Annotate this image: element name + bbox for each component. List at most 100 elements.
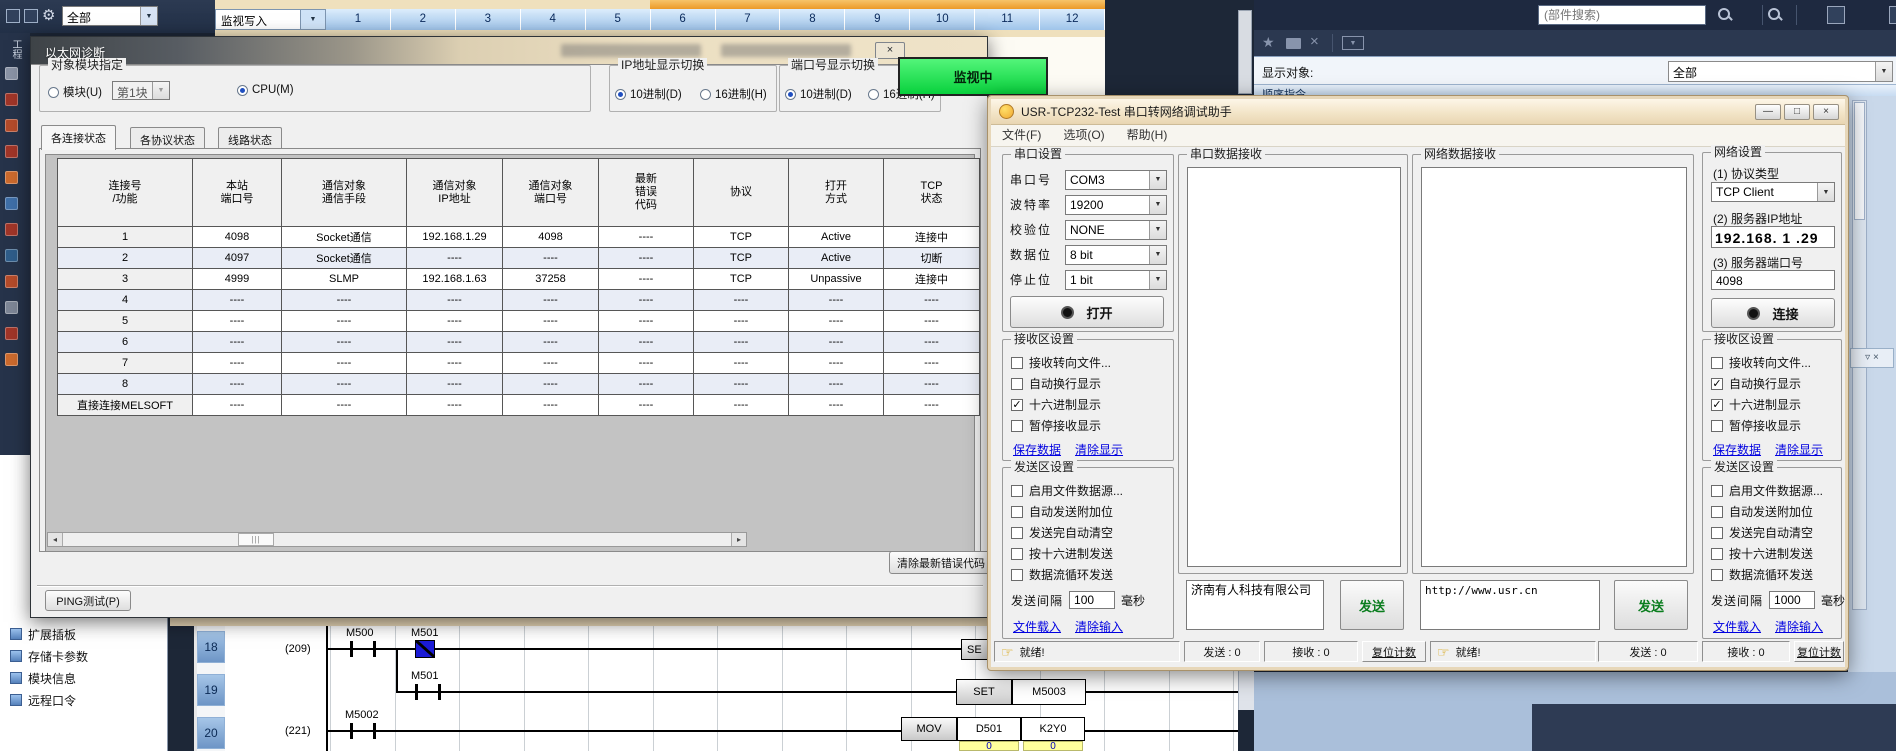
serial-dropdown[interactable]: 19200▼ <box>1065 195 1167 215</box>
action-link[interactable]: 文件载入 <box>1013 618 1061 635</box>
action-link[interactable]: 保存数据 <box>1713 441 1761 458</box>
action-link[interactable]: 清除输入 <box>1775 618 1823 635</box>
search-input[interactable] <box>1538 5 1706 25</box>
checkbox[interactable] <box>1711 569 1723 581</box>
serial-dropdown[interactable]: 1 bit▼ <box>1065 270 1167 290</box>
network-receive-area[interactable] <box>1421 167 1687 567</box>
checkbox[interactable]: ✓ <box>1711 378 1723 390</box>
module-radio[interactable] <box>48 87 59 98</box>
chevron-down-icon[interactable]: ▼ <box>1817 183 1834 201</box>
checkbox[interactable] <box>1011 527 1023 539</box>
checkbox[interactable] <box>1011 378 1023 390</box>
pin-close-tab[interactable]: ▿ × <box>1850 348 1894 368</box>
menu-help[interactable]: 帮助(H) <box>1116 125 1179 146</box>
checkbox[interactable] <box>1011 485 1023 497</box>
window-icon[interactable] <box>1889 6 1896 24</box>
ladder-column-7[interactable]: 7 <box>716 9 781 30</box>
contact-no[interactable] <box>415 684 441 700</box>
device-list-icon[interactable] <box>1827 6 1845 24</box>
ladder-row-number[interactable]: 18 <box>197 631 225 663</box>
ladder-column-9[interactable]: 9 <box>845 9 910 30</box>
chevron-down-icon[interactable]: ▼ <box>1149 171 1166 189</box>
ladder-row-number[interactable]: 20 <box>197 717 225 749</box>
ladder-column-10[interactable]: 10 <box>910 9 975 30</box>
network-send-button[interactable]: 发送 <box>1614 580 1688 630</box>
ladder-column-11[interactable]: 11 <box>975 9 1040 30</box>
cpu-radio[interactable] <box>237 85 248 96</box>
chevron-down-icon[interactable]: ▼ <box>301 9 326 30</box>
window-dropdown-icon[interactable]: ▼ <box>1342 36 1364 50</box>
ladder-column-5[interactable]: 5 <box>586 9 651 30</box>
table-row[interactable]: 6-------------------------------- <box>58 332 980 353</box>
instruction-op[interactable]: SET <box>956 679 1012 705</box>
checkbox[interactable] <box>1711 485 1723 497</box>
table-row[interactable]: 直接连接MELSOFT-----------------------------… <box>58 395 980 416</box>
instruction-operand[interactable]: D501 <box>957 717 1021 741</box>
maximize-icon[interactable]: □ <box>1784 104 1810 120</box>
interval-input[interactable] <box>1769 591 1815 609</box>
checkbox[interactable]: ✓ <box>1011 399 1023 411</box>
checkbox[interactable] <box>1011 420 1023 432</box>
layout-icon[interactable] <box>6 9 20 23</box>
delete-icon[interactable]: × <box>1310 33 1319 50</box>
checkbox[interactable] <box>1011 548 1023 560</box>
chevron-down-icon[interactable]: ▼ <box>140 7 157 25</box>
checkbox[interactable] <box>1711 357 1723 369</box>
module-number-dropdown[interactable]: 第1块 ▼ <box>112 81 170 100</box>
tool-icon[interactable] <box>5 301 18 314</box>
chevron-down-icon[interactable]: ▼ <box>1149 246 1166 264</box>
instruction-operand[interactable]: K2Y0 <box>1021 717 1085 741</box>
nav-item[interactable]: 扩展插板 <box>0 623 167 645</box>
tool-icon[interactable] <box>5 327 18 340</box>
checkbox[interactable] <box>1011 506 1023 518</box>
project-dock-tab[interactable]: 工程 <box>8 39 23 59</box>
ladder-column-2[interactable]: 2 <box>391 9 456 30</box>
network-send-input[interactable]: http://www.usr.cn <box>1420 580 1600 630</box>
display-object-dropdown[interactable]: 全部 ▼ <box>1668 61 1893 82</box>
table-hscrollbar[interactable]: ◂ ||| ▸ <box>47 532 747 547</box>
window-tab-strip-active[interactable] <box>650 0 1105 9</box>
connection-table[interactable]: 连接号 /功能本站 端口号通信对象 通信手段通信对象 IP地址通信对象 端口号最… <box>57 158 980 416</box>
filter-dropdown[interactable]: 全部 ▼ <box>62 6 158 26</box>
contact-nc-on[interactable] <box>415 640 435 658</box>
action-link[interactable]: 清除显示 <box>1775 441 1823 458</box>
table-row[interactable]: 34999SLMP192.168.1.6337258----TCPUnpassi… <box>58 269 980 290</box>
checkbox[interactable] <box>1711 548 1723 560</box>
serial-send-input[interactable]: 济南有人科技有限公司 <box>1186 580 1324 630</box>
window-titlebar[interactable]: USR-TCP232-Test 串口转网络调试助手 — □ × <box>991 99 1845 125</box>
instruction-op[interactable]: MOV <box>901 717 957 741</box>
ladder-column-8[interactable]: 8 <box>780 9 845 30</box>
folder-icon[interactable] <box>1286 38 1301 49</box>
chevron-down-icon[interactable]: ▼ <box>1149 271 1166 289</box>
ip-dec-radio[interactable] <box>615 89 626 100</box>
open-serial-button[interactable]: 打开 <box>1010 296 1164 328</box>
checkbox[interactable] <box>1711 420 1723 432</box>
ping-test-button[interactable]: PING测试(P) <box>45 590 131 611</box>
nav-item[interactable]: 模块信息 <box>0 667 167 689</box>
checkbox[interactable] <box>1011 569 1023 581</box>
tab-protocol-status[interactable]: 各协议状态 <box>130 127 205 149</box>
server-ip-input[interactable]: 192.168. 1 .29 <box>1711 226 1835 248</box>
close-icon[interactable]: × <box>1873 352 1879 363</box>
protocol-dropdown[interactable]: TCP Client ▼ <box>1711 182 1835 202</box>
ip-hex-radio[interactable] <box>700 89 711 100</box>
window-tab-strip[interactable] <box>215 0 650 9</box>
tool-icon[interactable] <box>5 353 18 366</box>
gear-icon[interactable]: ⚙ <box>42 6 55 24</box>
serial-dropdown[interactable]: NONE▼ <box>1065 220 1167 240</box>
nav-item[interactable]: 存储卡参数 <box>0 645 167 667</box>
window-split-icon[interactable] <box>24 9 38 23</box>
star-icon[interactable]: ★ <box>1262 34 1275 51</box>
action-link[interactable]: 清除输入 <box>1075 618 1123 635</box>
scrollbar-thumb[interactable]: ||| <box>238 533 274 546</box>
port-dec-radio[interactable] <box>785 89 796 100</box>
tool-icon[interactable] <box>5 119 18 132</box>
menu-file[interactable]: 文件(F) <box>991 125 1052 146</box>
ladder-row-number[interactable]: 19 <box>197 674 225 706</box>
scrollbar-thumb[interactable] <box>1854 102 1865 220</box>
serial-send-button[interactable]: 发送 <box>1340 580 1404 630</box>
pin-icon[interactable]: ▿ <box>1865 352 1870 363</box>
tool-icon[interactable] <box>5 223 18 236</box>
checkbox[interactable]: ✓ <box>1711 399 1723 411</box>
monitor-write-cell[interactable]: 监视写入 <box>215 9 301 30</box>
